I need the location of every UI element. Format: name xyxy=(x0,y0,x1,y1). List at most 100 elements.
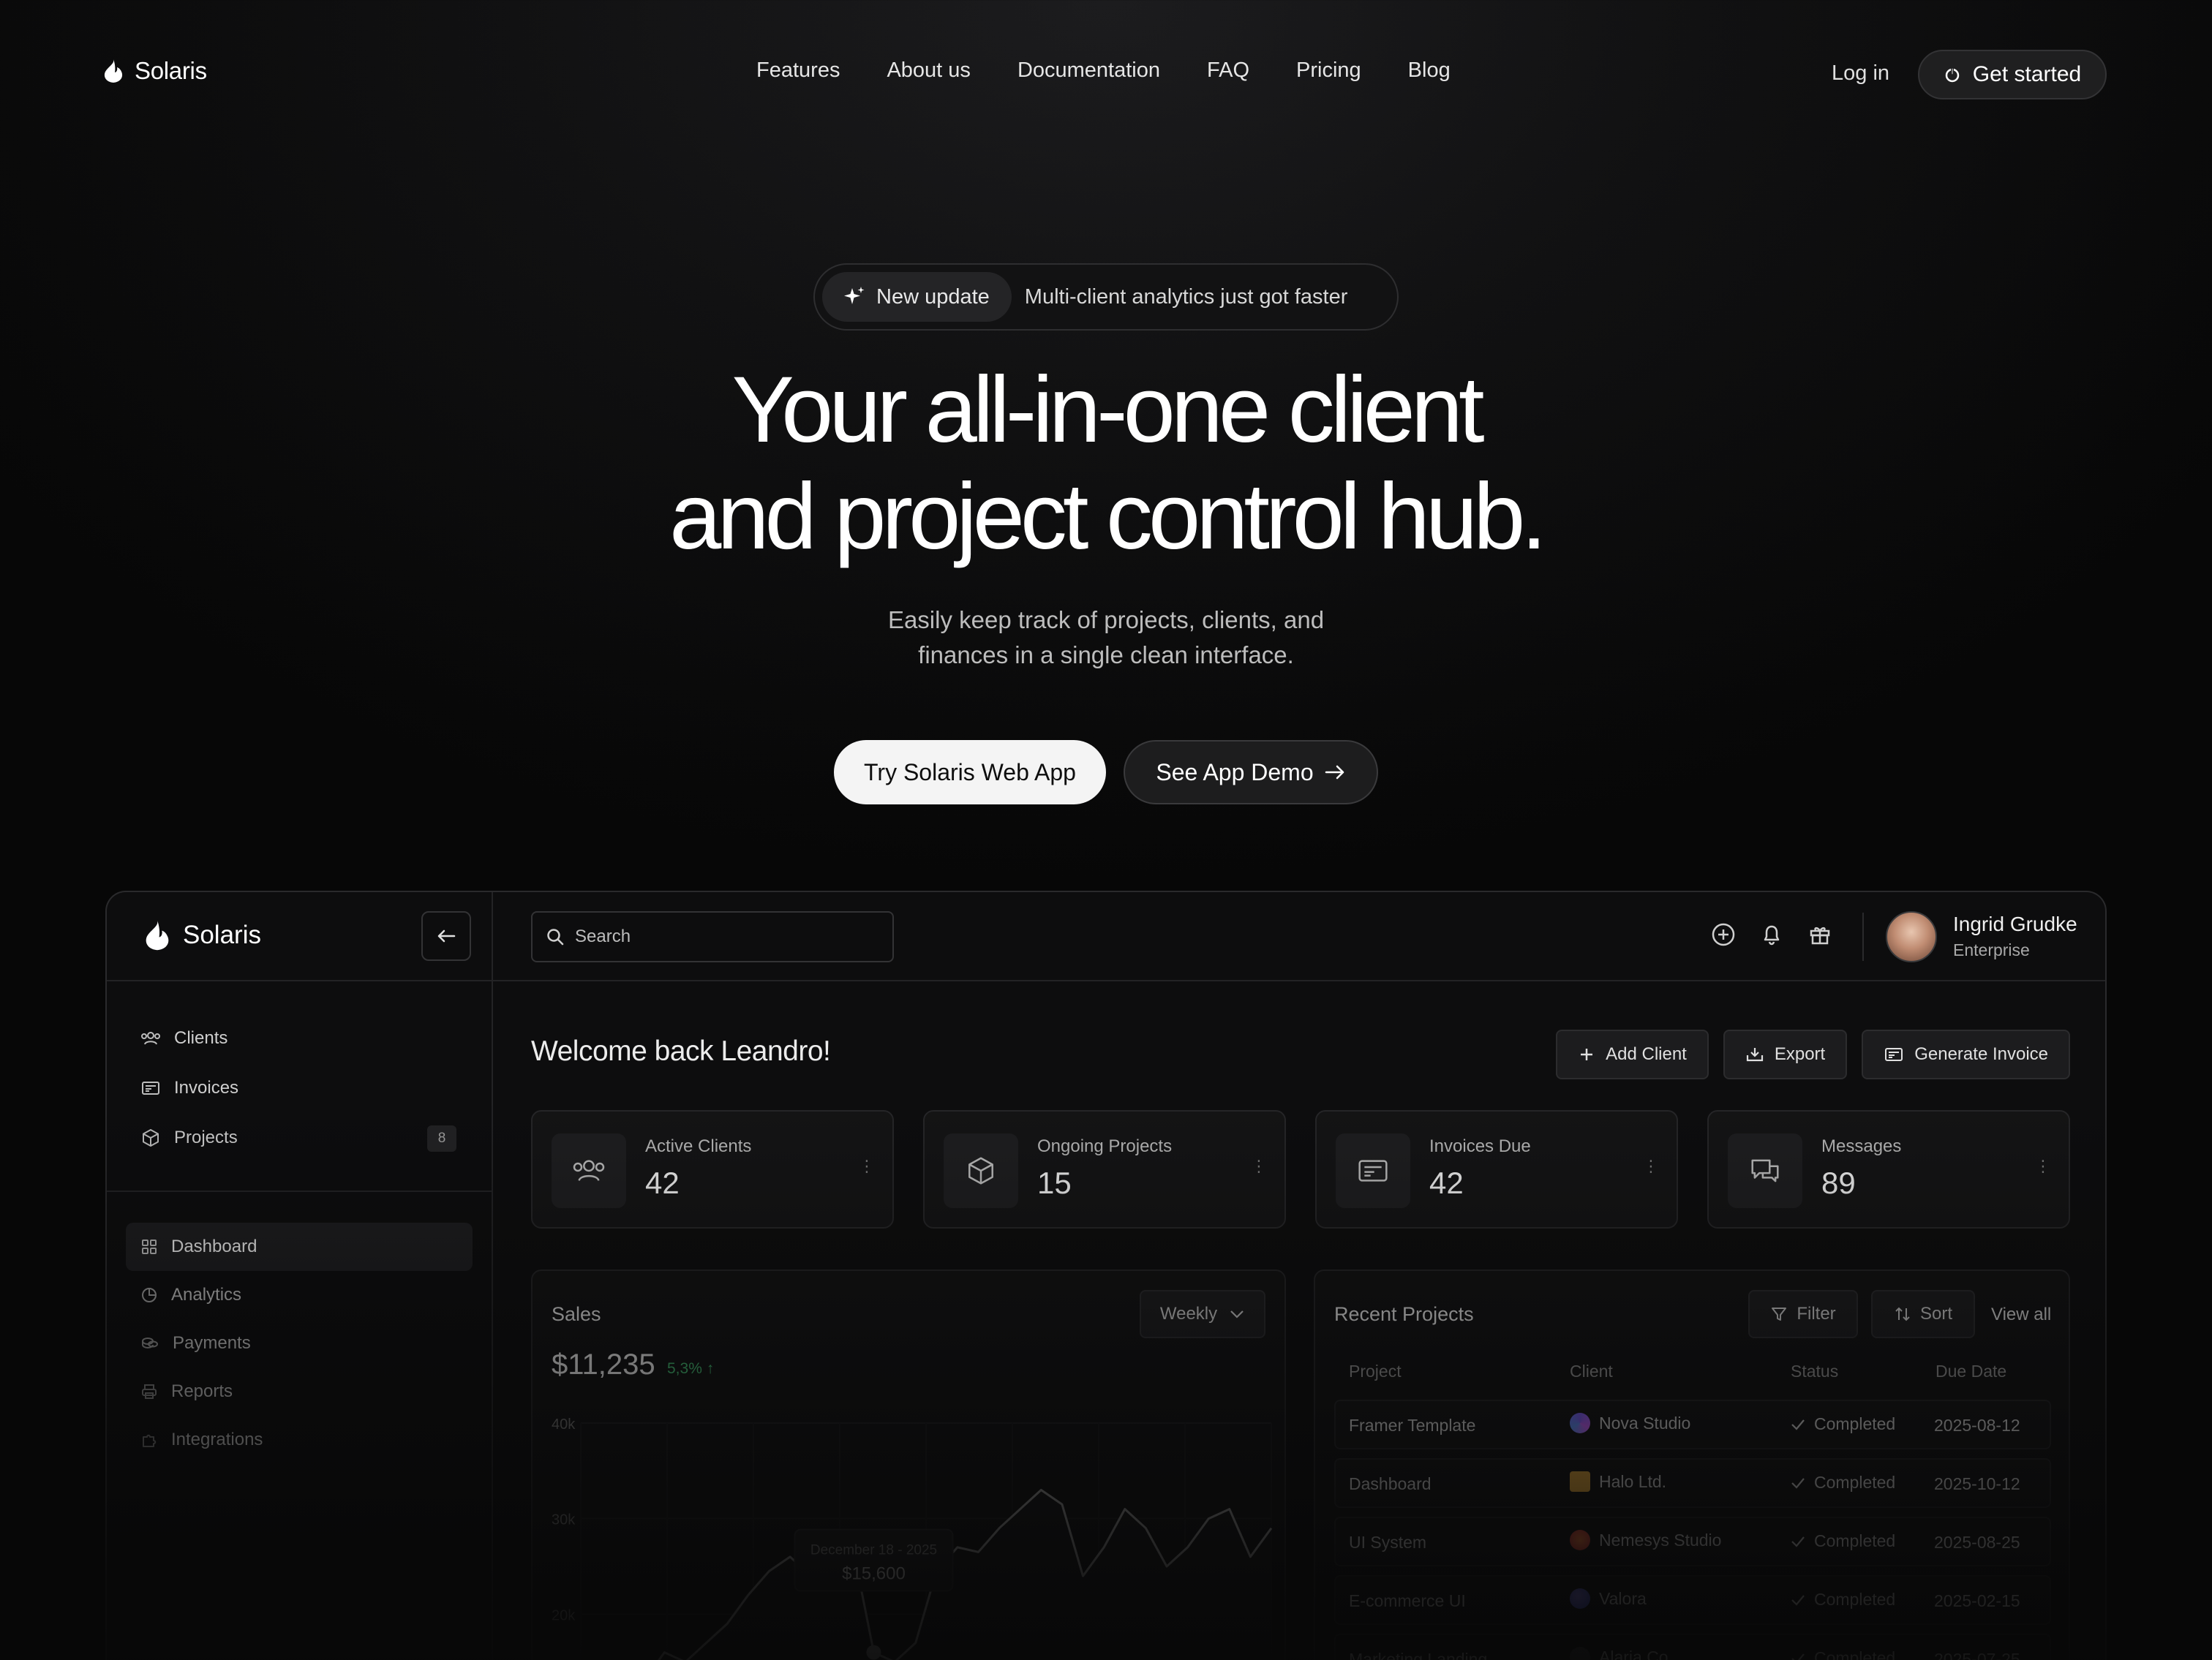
sidebar-item-reports[interactable]: Reports xyxy=(126,1367,473,1416)
stat-card-active-clients[interactable]: Active Clients 42 ⋮ xyxy=(531,1110,894,1229)
nav-link-features[interactable]: Features xyxy=(756,59,840,83)
sales-line-chart[interactable]: 40k30k20k10kDecember 18 - 2025$15,600 xyxy=(533,1403,1286,1660)
recent-projects-panel: Recent Projects Filter Sort View all Pro… xyxy=(1314,1269,2070,1660)
column-header-project[interactable]: Project xyxy=(1349,1362,1402,1381)
sidebar-item-invoices[interactable]: Invoices xyxy=(107,1063,492,1113)
box-icon xyxy=(140,1128,161,1148)
chart-tooltip-value: $15,600 xyxy=(842,1564,906,1584)
stat-label: Active Clients xyxy=(645,1136,752,1156)
gift-icon[interactable] xyxy=(1807,921,1833,948)
dashboard-main: Welcome back Leandro! Add Client Export … xyxy=(493,981,2105,1660)
update-badge[interactable]: New update Multi-client analytics just g… xyxy=(813,263,1399,331)
stat-value: 89 xyxy=(1821,1166,1856,1200)
chart-tick-label: 20k xyxy=(552,1607,576,1623)
invoice-icon xyxy=(1884,1046,1904,1063)
sort-button[interactable]: Sort xyxy=(1871,1290,1975,1338)
sidebar-item-projects[interactable]: Projects 8 xyxy=(107,1113,492,1163)
sparkle-icon xyxy=(843,285,866,309)
due-date: 2025-02-15 xyxy=(1934,1591,2020,1610)
column-header-due-date[interactable]: Due Date xyxy=(1936,1362,2006,1381)
add-client-button[interactable]: Add Client xyxy=(1556,1030,1709,1079)
welcome-heading: Welcome back Leandro! xyxy=(531,1035,831,1067)
status-cell: Completed xyxy=(1789,1590,1895,1610)
filter-button[interactable]: Filter xyxy=(1748,1290,1858,1338)
flame-logo-icon xyxy=(102,58,124,84)
sidebar-secondary-nav: Dashboard Analytics Payments Reports Int… xyxy=(126,1223,473,1464)
status-label: Completed xyxy=(1814,1648,1896,1660)
column-header-status[interactable]: Status xyxy=(1791,1362,1838,1381)
client-cell: Nemesys Studio xyxy=(1570,1530,1721,1550)
client-cell: Halo Ltd. xyxy=(1570,1471,1666,1492)
nav-link-blog[interactable]: Blog xyxy=(1408,59,1451,83)
table-row[interactable]: Framer Template Nova Studio Completed 20… xyxy=(1334,1400,2051,1449)
hero-subtitle-line2: finances in a single clean interface. xyxy=(918,641,1294,668)
topbar-icons xyxy=(1710,921,1833,948)
see-app-demo-button[interactable]: See App Demo xyxy=(1124,740,1378,804)
collapse-sidebar-button[interactable] xyxy=(421,911,471,961)
arrow-left-icon xyxy=(436,927,456,945)
client-name: Alaria Co. xyxy=(1599,1647,1673,1660)
project-name: Framer Template xyxy=(1349,1416,1476,1435)
coins-icon xyxy=(140,1335,159,1352)
export-label: Export xyxy=(1774,1044,1826,1064)
sidebar-brand[interactable]: Solaris xyxy=(143,918,261,952)
sidebar-item-label: Reports xyxy=(171,1381,233,1401)
stats-row: Active Clients 42 ⋮ Ongoing Projects 15 … xyxy=(531,1110,2070,1229)
nav-link-pricing[interactable]: Pricing xyxy=(1296,59,1361,83)
table-row[interactable]: Marketing Landing Alaria Co. Completed 2… xyxy=(1334,1634,2051,1660)
top-navigation: Solaris Features About us Documentation … xyxy=(0,0,2212,149)
projects-count-badge: 8 xyxy=(427,1125,456,1152)
sidebar-item-label: Dashboard xyxy=(171,1237,257,1256)
column-header-client[interactable]: Client xyxy=(1570,1362,1613,1381)
bell-icon[interactable] xyxy=(1758,921,1785,948)
view-all-link[interactable]: View all xyxy=(1991,1305,2051,1325)
export-button[interactable]: Export xyxy=(1723,1030,1848,1079)
update-badge-tag: New update xyxy=(822,272,1012,322)
table-row[interactable]: Dashboard Halo Ltd. Completed 2025-10-12 xyxy=(1334,1458,2051,1508)
project-name: E-commerce UI xyxy=(1349,1591,1466,1610)
projects-table-body: Framer Template Nova Studio Completed 20… xyxy=(1334,1400,2051,1660)
nav-link-about[interactable]: About us xyxy=(887,59,970,83)
generate-invoice-label: Generate Invoice xyxy=(1914,1044,2048,1064)
sidebar-item-label: Projects xyxy=(174,1128,238,1147)
more-vertical-icon[interactable]: ⋮ xyxy=(1251,1157,1267,1176)
generate-invoice-button[interactable]: Generate Invoice xyxy=(1862,1030,2070,1079)
sidebar-item-label: Integrations xyxy=(171,1430,263,1449)
more-vertical-icon[interactable]: ⋮ xyxy=(1643,1157,1659,1176)
sidebar-item-payments[interactable]: Payments xyxy=(126,1319,473,1367)
period-select[interactable]: Weekly xyxy=(1140,1290,1265,1338)
filter-icon xyxy=(1770,1305,1788,1323)
search-input[interactable]: Search xyxy=(531,911,894,962)
stat-card-invoices-due[interactable]: Invoices Due 42 ⋮ xyxy=(1315,1110,1678,1229)
get-started-button[interactable]: Get started xyxy=(1918,50,2107,99)
nav-link-documentation[interactable]: Documentation xyxy=(1017,59,1160,83)
stat-card-ongoing-projects[interactable]: Ongoing Projects 15 ⋮ xyxy=(923,1110,1286,1229)
status-label: Completed xyxy=(1814,1473,1896,1492)
sidebar-item-label: Analytics xyxy=(171,1285,242,1305)
chart-tick-label: 30k xyxy=(552,1512,576,1528)
sidebar-item-clients[interactable]: Clients xyxy=(107,1014,492,1063)
sidebar-item-dashboard[interactable]: Dashboard xyxy=(126,1223,473,1271)
table-row[interactable]: E-commerce UI Valora Completed 2025-02-1… xyxy=(1334,1575,2051,1625)
stat-value: 42 xyxy=(1429,1166,1464,1200)
sidebar-item-analytics[interactable]: Analytics xyxy=(126,1271,473,1319)
brand-logo[interactable]: Solaris xyxy=(102,57,207,85)
hero-headline-line2: and project control hub. xyxy=(669,464,1547,569)
more-vertical-icon[interactable]: ⋮ xyxy=(2035,1157,2051,1176)
stat-card-messages[interactable]: Messages 89 ⋮ xyxy=(1707,1110,2070,1229)
nav-link-faq[interactable]: FAQ xyxy=(1207,59,1249,83)
box-icon xyxy=(944,1133,1018,1208)
login-link[interactable]: Log in xyxy=(1832,61,1889,86)
try-web-app-button[interactable]: Try Solaris Web App xyxy=(834,740,1106,804)
avatar[interactable] xyxy=(1886,911,1937,962)
client-logo-icon xyxy=(1570,1471,1590,1492)
update-badge-label: New update xyxy=(876,284,990,309)
hero-subtitle-line1: Easily keep track of projects, clients, … xyxy=(887,606,1325,633)
sidebar-item-integrations[interactable]: Integrations xyxy=(126,1416,473,1464)
stat-label: Ongoing Projects xyxy=(1037,1136,1173,1156)
table-row[interactable]: UI System Nemesys Studio Completed 2025-… xyxy=(1334,1517,2051,1566)
more-vertical-icon[interactable]: ⋮ xyxy=(859,1157,875,1176)
dashboard-actions: Add Client Export Generate Invoice xyxy=(1556,1030,2070,1079)
add-circle-icon[interactable] xyxy=(1710,921,1737,948)
invoice-icon xyxy=(140,1079,161,1097)
